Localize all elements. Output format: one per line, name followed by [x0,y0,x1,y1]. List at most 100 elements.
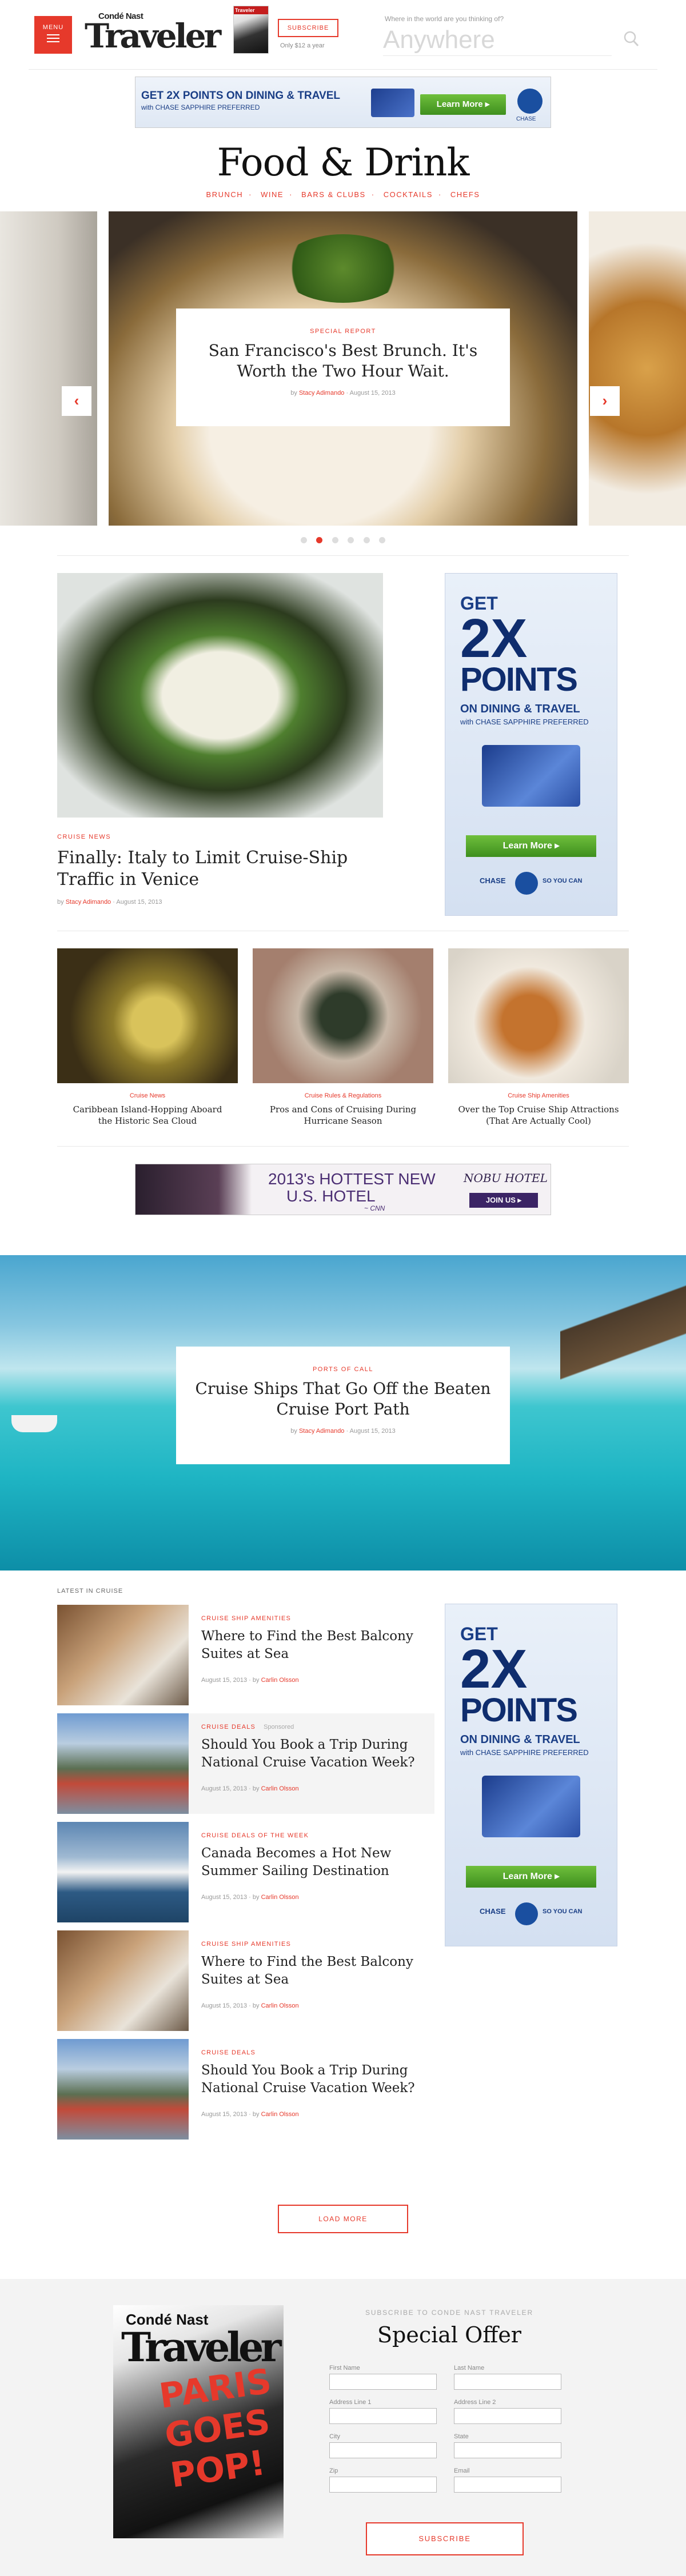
ad-dining-text: ON DINING & TRAVEL [460,1733,580,1746]
byline-by: by [252,1894,260,1901]
list-item-image[interactable] [57,1713,189,1814]
carousel-next-arrow-icon[interactable]: › [590,386,620,416]
ad-learn-more-button[interactable]: Learn More ▸ [466,1866,596,1888]
credit-card-image [482,1776,580,1837]
email-input[interactable] [454,2477,561,2493]
sidebar-ad[interactable]: GET 2X POINTS ON DINING & TRAVEL with CH… [445,1604,617,1946]
first-name-field: First Name [329,2365,437,2390]
feature-kicker: CRUISE NEWS [57,834,111,840]
story-card[interactable]: Cruise News Caribbean Island-Hopping Abo… [57,948,238,1127]
list-item-image[interactable] [57,2039,189,2140]
ad-brand: CHASE [480,876,506,885]
last-name-field: Last Name [454,2365,561,2390]
ad-dining-text: ON DINING & TRAVEL [460,703,580,715]
last-name-input[interactable] [454,2374,561,2390]
carousel-dot[interactable] [379,537,386,543]
byline-date: August 15, 2013 [116,899,162,906]
story-card-title[interactable]: Caribbean Island-Hopping Aboard the Hist… [57,1104,238,1127]
subnav-item-cocktails[interactable]: COCKTAILS [384,190,433,199]
list-item-title[interactable]: Should You Book a Trip During National C… [201,2062,424,2097]
byline-author[interactable]: Stacy Adimando [299,390,345,396]
carousel-dot[interactable] [300,537,307,543]
list-item-title[interactable]: Should You Book a Trip During National C… [201,1736,424,1772]
carousel-prev-arrow-icon[interactable]: ‹ [62,386,91,416]
carousel-dot[interactable] [332,537,338,543]
carousel-dot[interactable] [363,537,370,543]
subscribe-submit-button[interactable]: SUBSCRIBE [366,2522,524,2555]
list-item-kicker: CRUISE DEALS Sponsored [201,1724,294,1730]
first-name-input[interactable] [329,2374,437,2390]
list-item[interactable]: CRUISE DEALS OF THE WEEK Canada Becomes … [57,1822,434,1922]
subnav-item-chefs[interactable]: CHEFS [450,190,480,199]
search-input[interactable] [383,24,612,56]
subnav-separator: · [438,190,442,199]
ad-2x-text: 2X [460,1638,528,1700]
zip-input[interactable] [329,2477,437,2493]
byline-by: by [252,1677,260,1684]
city-input[interactable] [329,2442,437,2458]
ad-learn-more-button[interactable]: Learn More ▸ [420,94,506,115]
carousel-next-slide-image[interactable] [589,211,686,526]
story-title[interactable]: Cruise Ships That Go Off the Beaten Crui… [176,1379,510,1420]
subnav-separator: · [249,190,253,199]
subnav-item-bars-clubs[interactable]: BARS & CLUBS [301,190,366,199]
menu-button[interactable]: MENU [34,16,72,54]
ad-tagline: SO YOU CAN [543,878,583,884]
list-item-image[interactable] [57,1605,189,1705]
carousel-story-card[interactable]: SPECIAL REPORT San Francisco's Best Brun… [176,309,510,426]
feature-story-image[interactable] [57,573,383,818]
carousel-dot-active[interactable] [316,537,323,543]
ad-headline: GET 2X POINTS ON DINING & TRAVEL [141,90,341,102]
ocean-story-card[interactable]: PORTS OF CALL Cruise Ships That Go Off t… [176,1347,510,1464]
story-card-image[interactable] [448,948,629,1083]
story-card-title[interactable]: Pros and Cons of Cruising During Hurrica… [253,1104,433,1127]
address1-input[interactable] [329,2408,437,2424]
byline-author[interactable]: Carlin Olsson [261,1785,299,1792]
magazine-cover-image[interactable]: Condé Nast Traveler PARIS GOES POP! [113,2305,284,2538]
magazine-thumbnail[interactable]: Traveler [233,6,269,54]
byline-author[interactable]: Stacy Adimando [299,1428,345,1435]
subscribe-button[interactable]: SUBSCRIBE [278,19,338,37]
top-banner-ad[interactable]: GET 2X POINTS ON DINING & TRAVEL with CH… [135,77,551,128]
feature-title[interactable]: Finally: Italy to Limit Cruise-Ship Traf… [57,847,383,891]
list-item[interactable]: CRUISE SHIP AMENITIES Where to Find the … [57,1605,434,1705]
list-item[interactable]: CRUISE SHIP AMENITIES Where to Find the … [57,1930,434,2031]
site-logo[interactable]: Condé Nast Traveler [85,11,221,53]
ocean-hero-image[interactable]: PORTS OF CALL Cruise Ships That Go Off t… [0,1255,686,1571]
state-input[interactable] [454,2442,561,2458]
story-title[interactable]: San Francisco's Best Brunch. It's Worth … [176,340,510,382]
city-field: City [329,2433,437,2458]
byline-author[interactable]: Stacy Adimando [66,899,111,906]
sidebar-ad[interactable]: GET 2X POINTS ON DINING & TRAVEL with CH… [445,573,617,916]
list-item[interactable]: CRUISE DEALS Sponsored Should You Book a … [57,1713,434,1814]
subnav-item-wine[interactable]: WINE [261,190,284,199]
feature-story[interactable]: CRUISE NEWS Finally: Italy to Limit Crui… [57,573,383,906]
list-item-image[interactable] [57,1930,189,2031]
load-more-button[interactable]: LOAD MORE [278,2205,408,2233]
list-item[interactable]: CRUISE DEALS Should You Book a Trip Duri… [57,2039,434,2140]
list-item-image[interactable] [57,1822,189,1922]
story-card[interactable]: Cruise Ship Amenities Over the Top Cruis… [448,948,629,1127]
story-card-title[interactable]: Over the Top Cruise Ship Attractions (Th… [448,1104,629,1127]
address2-input[interactable] [454,2408,561,2424]
search-icon[interactable] [622,30,640,48]
story-card[interactable]: Cruise Rules & Regulations Pros and Cons… [253,948,433,1127]
ad-learn-more-button[interactable]: Learn More ▸ [466,835,596,857]
story-card-image[interactable] [253,948,433,1083]
carousel-prev-slide-image[interactable] [0,211,97,526]
list-item-title[interactable]: Where to Find the Best Balcony Suites at… [201,1628,424,1663]
hotel-banner-ad[interactable]: 2013's HOTTEST NEW U.S. HOTEL ~ CNN NOBU… [135,1164,551,1215]
list-item-title[interactable]: Where to Find the Best Balcony Suites at… [201,1953,424,1989]
subnav-item-brunch[interactable]: BRUNCH [206,190,244,199]
carousel-dot[interactable] [348,537,354,543]
feature-byline: by Stacy Adimando · August 15, 2013 [57,899,383,906]
byline-author[interactable]: Carlin Olsson [261,2002,299,2009]
story-card-image[interactable] [57,948,238,1083]
divider [57,555,629,556]
byline-author[interactable]: Carlin Olsson [261,1677,299,1684]
list-item-title[interactable]: Canada Becomes a Hot New Summer Sailing … [201,1845,424,1880]
ad-join-button[interactable]: JOIN US ▸ [469,1193,538,1208]
byline-author[interactable]: Carlin Olsson [261,1894,299,1901]
story-cards-row: Cruise News Caribbean Island-Hopping Abo… [57,948,629,1127]
byline-author[interactable]: Carlin Olsson [261,2111,299,2118]
